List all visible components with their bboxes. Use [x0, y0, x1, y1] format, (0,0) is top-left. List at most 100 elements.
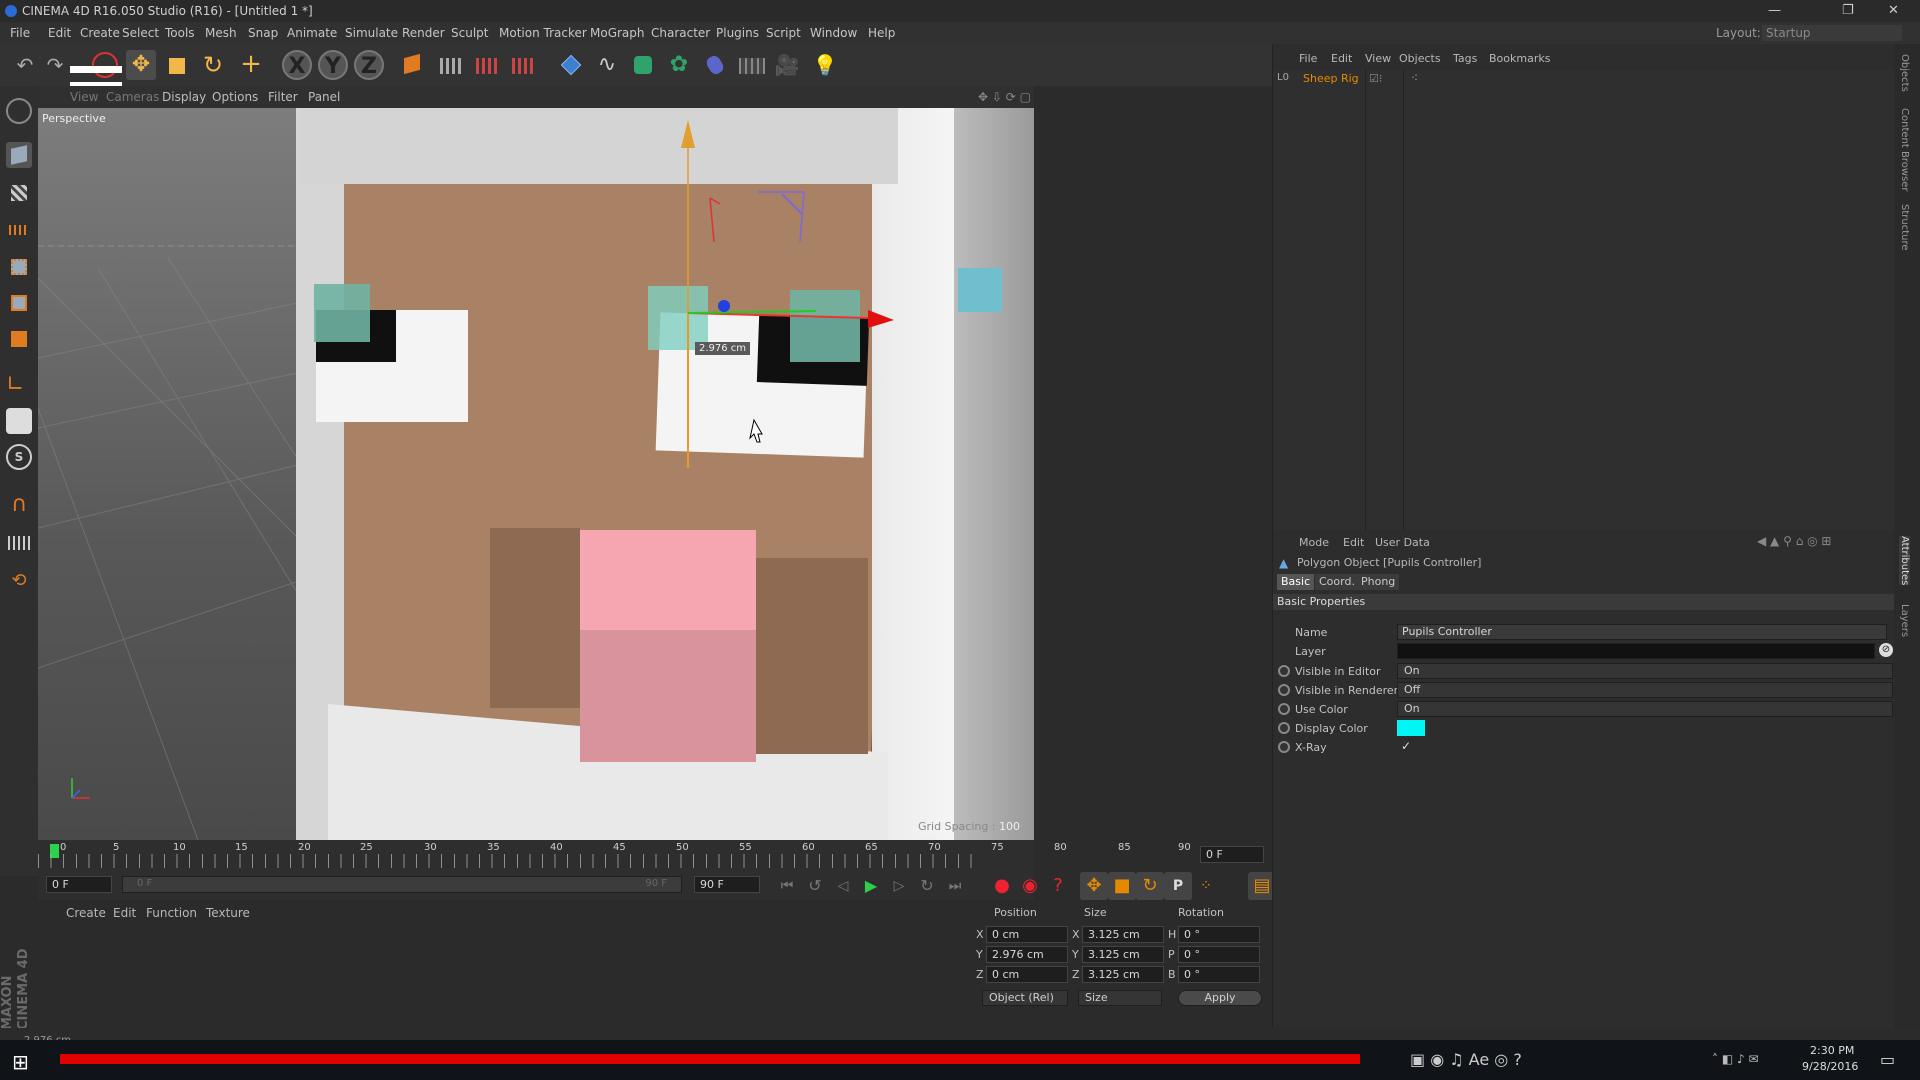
x-ray-checkbox[interactable]: ✓ — [1401, 739, 1411, 753]
locked-workplane-icon[interactable] — [6, 532, 32, 558]
close-button[interactable]: ✕ — [1888, 0, 1899, 22]
attr-menu-mode[interactable]: Mode — [1299, 536, 1329, 549]
parameter-key-icon[interactable]: P — [1164, 872, 1192, 900]
viewport-menu-cameras[interactable]: Cameras — [106, 86, 159, 108]
scale-tool-icon[interactable] — [162, 50, 192, 80]
keyframe-selection-icon[interactable]: ? — [1044, 872, 1072, 900]
minimize-button[interactable]: — — [1768, 0, 1781, 22]
rotation-p-field[interactable]: 0 ° — [1178, 946, 1260, 963]
display-color-radio[interactable] — [1278, 722, 1290, 734]
viewport-menu-options[interactable]: Options — [212, 86, 258, 108]
video-progress-bar[interactable] — [60, 1054, 1360, 1064]
attr-menu-edit[interactable]: Edit — [1343, 536, 1364, 549]
spline-pen-icon[interactable]: ∿ — [592, 50, 622, 80]
light-icon[interactable]: 💡 — [810, 50, 840, 80]
render-settings-icon[interactable] — [508, 50, 538, 80]
attr-nav-icons[interactable]: ◀ ▲ ⚲ ⌂ ◎ ⊞ — [1757, 534, 1831, 548]
layer-clear-icon[interactable]: ⊘ — [1879, 643, 1893, 657]
coordinate-system-icon[interactable] — [398, 50, 428, 80]
visible-in-editor-radio[interactable] — [1278, 665, 1290, 677]
end-frame-field[interactable]: 90 F — [694, 876, 760, 893]
viewport-menu-panel[interactable]: Panel — [308, 86, 340, 108]
array-icon[interactable]: ✿ — [664, 50, 694, 80]
x-axis-lock-icon[interactable]: X — [282, 50, 312, 80]
rotation-key-icon[interactable]: ↻ — [1136, 872, 1164, 900]
notifications-icon[interactable]: ▭ — [1880, 1050, 1895, 1069]
visible-in-editor-dropdown[interactable]: On — [1397, 663, 1893, 679]
menu-create[interactable]: Create — [80, 22, 120, 44]
tab-coord[interactable]: Coord. — [1315, 574, 1359, 590]
tweak-mode-icon[interactable] — [6, 408, 32, 434]
go-to-start-icon[interactable]: ⏮ — [773, 872, 801, 900]
soft-selection-icon[interactable]: S — [6, 444, 32, 470]
render-picture-viewer-icon[interactable] — [472, 50, 502, 80]
menu-help[interactable]: Help — [868, 22, 895, 44]
position-z-field[interactable]: 0 cm — [986, 966, 1068, 983]
move-tool-icon[interactable]: ✥ — [126, 50, 156, 80]
floor-icon[interactable] — [736, 50, 766, 80]
size-mode-dropdown[interactable]: Size — [1078, 990, 1162, 1006]
object-menu-file[interactable]: File — [1299, 52, 1317, 65]
attr-menu-user-data[interactable]: User Data — [1375, 536, 1430, 549]
name-field[interactable]: Pupils Controller — [1397, 624, 1887, 640]
cube-primitive-icon[interactable] — [556, 50, 586, 80]
object-menu-objects[interactable]: Objects — [1399, 52, 1441, 65]
menu-plugins[interactable]: Plugins — [716, 22, 759, 44]
menu-motion-tracker[interactable]: Motion Tracker — [499, 22, 587, 44]
viewport-menu-filter[interactable]: Filter — [268, 86, 298, 108]
model-mode-icon[interactable] — [6, 142, 32, 168]
menu-mesh[interactable]: Mesh — [205, 22, 237, 44]
menu-snap[interactable]: Snap — [248, 22, 278, 44]
rotate-tool-icon[interactable]: ↻ — [198, 50, 228, 80]
point-level-animation-icon[interactable]: ⁘ — [1192, 872, 1220, 900]
menu-mograph[interactable]: MoGraph — [590, 22, 645, 44]
snapping-magnet-icon[interactable]: ∩ — [6, 492, 32, 518]
camera-icon[interactable]: 🎥 — [772, 50, 802, 80]
perspective-viewport[interactable]: 2.976 cm Perspective Grid Spacing : 100 … — [38, 108, 1034, 840]
menu-window[interactable]: Window — [810, 22, 857, 44]
make-editable-icon[interactable] — [6, 98, 32, 124]
frame-range-slider[interactable]: 0 F 90 F — [122, 876, 682, 893]
tray-icons[interactable]: ˄ ◧ ♪ ✉ — [1712, 1052, 1759, 1066]
side-tab-content-browser[interactable]: Content Browser — [1899, 108, 1910, 191]
side-tab-layers[interactable]: Layers — [1899, 604, 1910, 637]
tab-basic[interactable]: Basic — [1277, 574, 1315, 590]
viewport-menu-view[interactable]: View — [70, 86, 98, 108]
menu-render[interactable]: Render — [402, 22, 445, 44]
z-axis-lock-icon[interactable]: Z — [354, 50, 384, 80]
viewport-navigation-icons[interactable]: ✥ ⇩ ⟳ ▢ — [978, 86, 1031, 108]
display-color-swatch[interactable] — [1397, 720, 1425, 736]
render-view-icon[interactable] — [436, 50, 466, 80]
menu-tools[interactable]: Tools — [165, 22, 195, 44]
side-tab-objects[interactable]: Objects — [1899, 54, 1910, 92]
visible-in-renderer-dropdown[interactable]: Off — [1397, 682, 1893, 698]
layout-dropdown[interactable]: Startup — [1762, 25, 1902, 41]
nurbs-icon[interactable] — [628, 50, 658, 80]
menu-edit[interactable]: Edit — [48, 22, 71, 44]
play-forward-icon[interactable]: ▶ — [857, 872, 885, 900]
tab-phong[interactable]: Phong — [1357, 574, 1400, 590]
menu-script[interactable]: Script — [766, 22, 801, 44]
y-axis-lock-icon[interactable]: Y — [318, 50, 348, 80]
previous-frame-icon[interactable]: ◁ — [829, 872, 857, 900]
menu-file[interactable]: File — [10, 22, 30, 44]
layer-field[interactable] — [1397, 643, 1875, 659]
start-button[interactable]: ⊞ — [12, 1050, 29, 1074]
menu-character[interactable]: Character — [651, 22, 710, 44]
planar-workplane-icon[interactable]: ⟲ — [6, 568, 32, 594]
next-frame-icon[interactable]: ▷ — [885, 872, 913, 900]
previous-key-icon[interactable]: ↺ — [801, 872, 829, 900]
move-gizmo[interactable] — [38, 108, 1034, 840]
texture-mode-icon[interactable] — [6, 180, 32, 206]
side-tab-attributes[interactable]: Attributes — [1899, 536, 1910, 586]
autokeying-icon[interactable]: ◉ — [1016, 872, 1044, 900]
object-row-sheep-rig[interactable]: Sheep Rig — [1303, 72, 1359, 85]
menu-select[interactable]: Select — [122, 22, 159, 44]
rotation-b-field[interactable]: 0 ° — [1178, 966, 1260, 983]
timeline-ruler[interactable]: 0 5 10 15 20 25 30 35 40 45 50 55 60 65 … — [38, 840, 1264, 868]
menu-simulate[interactable]: Simulate — [345, 22, 398, 44]
object-menu-tags[interactable]: Tags — [1453, 52, 1477, 65]
object-menu-bookmarks[interactable]: Bookmarks — [1489, 52, 1550, 65]
rotation-h-field[interactable]: 0 ° — [1178, 926, 1260, 943]
record-active-objects-icon[interactable]: ● — [988, 872, 1016, 900]
